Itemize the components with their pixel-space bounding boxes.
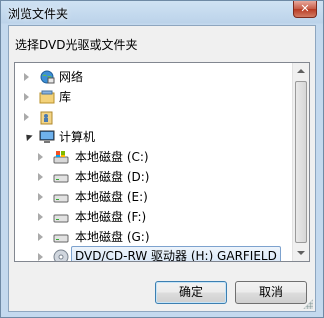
scrollbar-thumb[interactable]: [295, 81, 307, 243]
expand-arrow-icon[interactable]: [24, 93, 29, 101]
expand-arrow-icon[interactable]: [38, 213, 43, 221]
cancel-button[interactable]: 取消: [235, 281, 307, 304]
system-drive-icon: [53, 151, 69, 164]
tree-item-label: 库: [59, 90, 72, 104]
tree-item-label: 本地磁盘 (C:): [75, 150, 149, 164]
expand-arrow-icon[interactable]: [38, 253, 43, 261]
expand-arrow-icon[interactable]: [24, 113, 29, 121]
tree-item-label: 计算机: [59, 130, 96, 144]
tree-item-drive-d[interactable]: 本地磁盘 (D:): [15, 167, 295, 187]
folder-tree[interactable]: 网络 库 计算机 本地磁盘 (C:) 本地磁盘 (D:) 本地磁盘 (E:) 本…: [14, 62, 310, 262]
expand-arrow-icon[interactable]: [38, 233, 43, 241]
hard-drive-icon: [53, 194, 69, 203]
expand-arrow-icon[interactable]: [38, 153, 43, 161]
user-folder-icon: [40, 111, 53, 125]
close-button[interactable]: ✕: [293, 1, 317, 18]
expand-arrow-icon[interactable]: [24, 73, 29, 81]
library-icon: [39, 90, 55, 104]
tree-item-drive-c[interactable]: 本地磁盘 (C:): [15, 147, 295, 167]
browse-folder-dialog: 浏览文件夹 ✕ 选择DVD光驱或文件夹 网络 库 计算机 本地磁盘 (C:) 本…: [0, 0, 324, 318]
tree-item-network[interactable]: 网络: [15, 67, 295, 87]
tree-item-label: DVD/CD-RW 驱动器 (H:) GARFIELD: [71, 246, 281, 261]
hard-drive-icon: [53, 234, 69, 243]
tree-item-computer[interactable]: 计算机: [15, 127, 295, 147]
tree-item-dvd-drive[interactable]: DVD/CD-RW 驱动器 (H:) GARFIELD: [15, 246, 295, 261]
ok-button[interactable]: 确定: [155, 281, 227, 304]
tree-item-label: 网络: [59, 70, 84, 84]
computer-icon: [39, 130, 55, 143]
tree-item-drive-f[interactable]: 本地磁盘 (F:): [15, 207, 295, 227]
tree-item-label: 本地磁盘 (E:): [75, 190, 148, 204]
collapse-arrow-icon[interactable]: [23, 131, 33, 142]
hard-drive-icon: [53, 174, 69, 183]
scroll-down-icon[interactable]: [297, 251, 305, 255]
tree-item-label: 本地磁盘 (G:): [75, 230, 150, 244]
scroll-up-icon[interactable]: [297, 69, 305, 73]
dvd-drive-icon: [53, 249, 69, 261]
dialog-prompt: 选择DVD光驱或文件夹: [15, 38, 138, 52]
dialog-body: 选择DVD光驱或文件夹 网络 库 计算机 本地磁盘 (C:) 本地磁盘 (D:)…: [8, 25, 316, 312]
expand-arrow-icon[interactable]: [38, 193, 43, 201]
window-title: 浏览文件夹: [8, 7, 69, 21]
expand-arrow-icon[interactable]: [38, 173, 43, 181]
tree-item-drive-g[interactable]: 本地磁盘 (G:): [15, 227, 295, 247]
tree-item-user-folder[interactable]: [15, 107, 295, 127]
tree-item-library[interactable]: 库: [15, 87, 295, 107]
tree-item-drive-e[interactable]: 本地磁盘 (E:): [15, 187, 295, 207]
tree-item-label: 本地磁盘 (D:): [75, 170, 150, 184]
tree-item-label: 本地磁盘 (F:): [75, 210, 147, 224]
tree-vertical-scrollbar[interactable]: [292, 63, 309, 261]
title-bar[interactable]: 浏览文件夹 ✕: [1, 1, 323, 25]
network-icon: [40, 70, 55, 84]
hard-drive-icon: [53, 214, 69, 223]
